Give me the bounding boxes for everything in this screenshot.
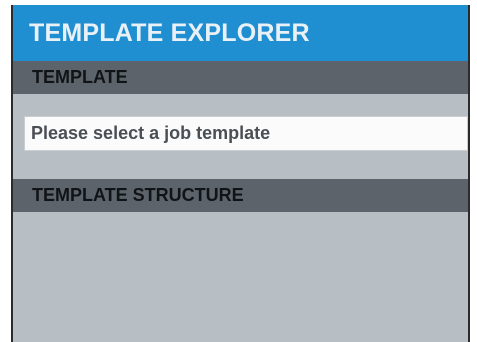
- screen: TEMPLATE EXPLORER TEMPLATE Please select…: [0, 0, 477, 342]
- template-area: Please select a job template: [13, 94, 468, 179]
- template-structure-header: TEMPLATE STRUCTURE: [13, 179, 468, 212]
- template-structure-label: TEMPLATE STRUCTURE: [32, 185, 244, 205]
- job-template-select-text: Please select a job template: [31, 123, 271, 143]
- template-section-label: TEMPLATE: [32, 67, 128, 87]
- panel-title: TEMPLATE EXPLORER: [29, 18, 310, 47]
- template-structure-area: [13, 214, 468, 342]
- template-explorer-panel: TEMPLATE EXPLORER TEMPLATE Please select…: [11, 5, 470, 342]
- title-bar: TEMPLATE EXPLORER: [13, 5, 468, 61]
- job-template-select[interactable]: Please select a job template: [24, 116, 468, 151]
- template-section-header: TEMPLATE: [13, 61, 468, 94]
